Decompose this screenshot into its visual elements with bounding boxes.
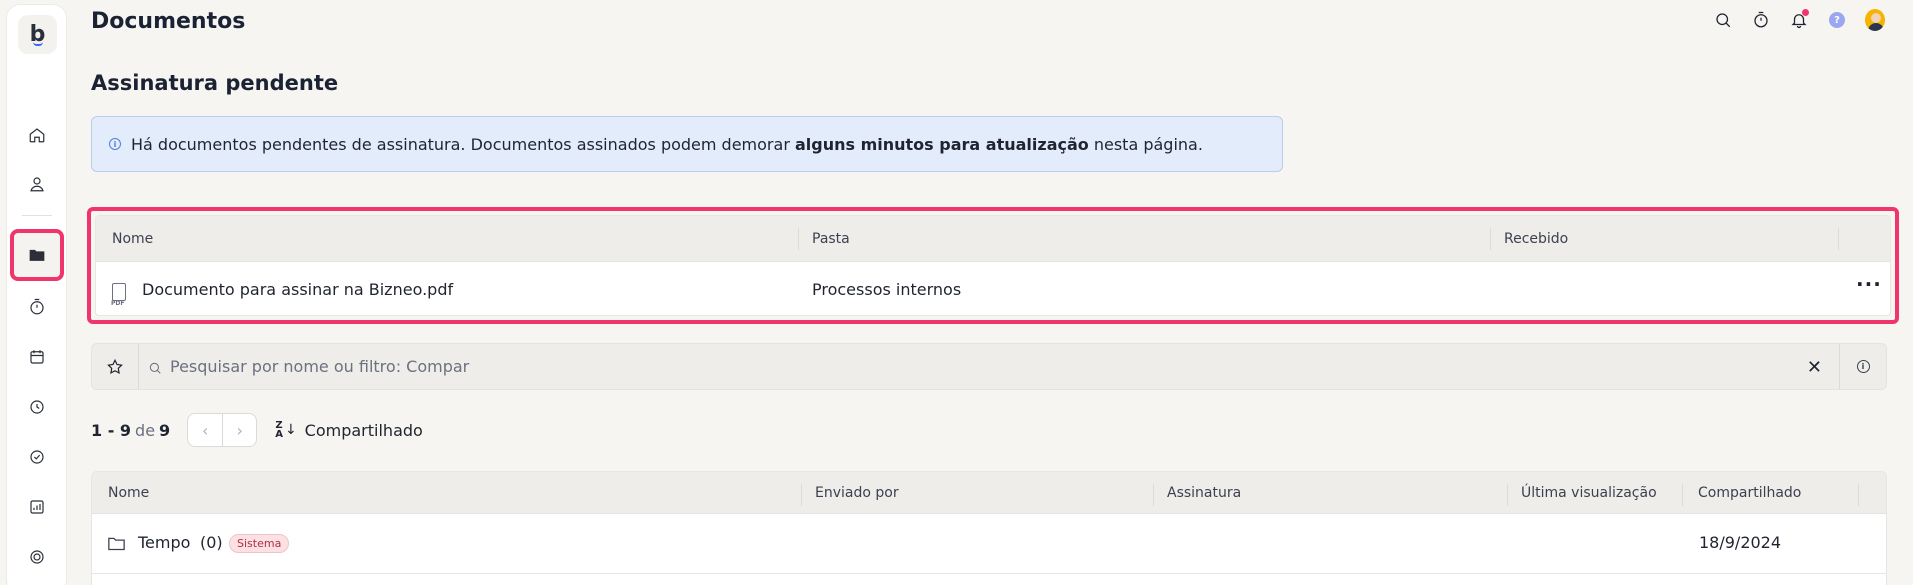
sort-label: Compartilhado xyxy=(304,420,423,440)
column-header-last-viewed[interactable]: Última visualização xyxy=(1521,485,1657,501)
check-circle-icon[interactable] xyxy=(23,443,51,471)
chart-icon[interactable] xyxy=(23,493,51,521)
user-icon[interactable] xyxy=(23,170,51,198)
table-row[interactable]: Documento para assinar na Bizneo.pdf Pro… xyxy=(96,262,1890,315)
bell-icon[interactable] xyxy=(1789,9,1809,30)
sidebar: b xyxy=(6,4,67,585)
system-badge: Sistema xyxy=(229,534,290,553)
shared-date: 18/9/2024 xyxy=(1699,533,1782,552)
timer-icon[interactable] xyxy=(23,293,51,321)
search-icon[interactable] xyxy=(1713,10,1733,30)
page-of-label: de xyxy=(135,420,156,440)
folder-count: (0) xyxy=(200,533,223,552)
table-row[interactable]: Tempo (0) Sistema 18/9/2024 xyxy=(92,514,1886,574)
pdf-file-icon xyxy=(111,283,126,307)
calendar-icon[interactable] xyxy=(23,343,51,371)
clear-search-icon[interactable]: ✕ xyxy=(1807,357,1822,378)
pending-table-header: Nome Pasta Recebido xyxy=(96,216,1890,262)
document-name[interactable]: Documento para assinar na Bizneo.pdf xyxy=(142,280,453,299)
target-icon[interactable] xyxy=(23,543,51,571)
info-alert: i Há documentos pendentes de assinatura.… xyxy=(91,116,1283,172)
favorite-filters-button[interactable] xyxy=(92,344,139,389)
folder-icon xyxy=(108,536,125,555)
column-header-shared[interactable]: Compartilhado xyxy=(1698,485,1801,501)
files-table-header: Nome Enviado por Assinatura Última visua… xyxy=(92,472,1886,514)
column-header-name[interactable]: Nome xyxy=(108,485,149,501)
star-icon xyxy=(107,358,123,374)
help-icon[interactable]: ? xyxy=(1827,10,1847,30)
sort-button[interactable]: Z A ↓ Compartilhado xyxy=(275,421,423,440)
prev-page-button[interactable]: ‹ xyxy=(188,414,222,446)
page-title: Documentos xyxy=(91,9,246,34)
files-table: Nome Enviado por Assinatura Última visua… xyxy=(91,471,1887,585)
search-help-button[interactable]: i xyxy=(1839,344,1886,389)
alert-text: Há documentos pendentes de assinatura. D… xyxy=(131,134,1203,154)
pagination: 1 - 9 de 9 ‹ › Z A ↓ Compartilhado xyxy=(91,413,423,447)
more-options-icon[interactable]: ··· xyxy=(1856,272,1882,296)
avatar[interactable] xyxy=(1865,9,1885,31)
column-header-folder[interactable]: Pasta xyxy=(812,231,850,247)
search-icon xyxy=(148,360,162,374)
sidebar-divider xyxy=(22,215,52,216)
page-total: 9 xyxy=(159,420,171,440)
column-header-received[interactable]: Recebido xyxy=(1504,231,1568,247)
search-input[interactable] xyxy=(170,357,1710,376)
column-header-name[interactable]: Nome xyxy=(112,231,153,247)
sort-za-icon: ZA xyxy=(275,420,283,440)
pending-table-highlight: Nome Pasta Recebido Documento para assin… xyxy=(87,207,1899,324)
section-title: Assinatura pendente xyxy=(91,71,339,95)
column-header-sent-by[interactable]: Enviado por xyxy=(815,485,899,501)
pending-table: Nome Pasta Recebido Documento para assin… xyxy=(95,215,1891,316)
notification-dot xyxy=(1802,9,1809,16)
app-logo[interactable]: b xyxy=(18,15,57,54)
folder-name[interactable]: Tempo xyxy=(138,533,190,552)
pager-buttons: ‹ › xyxy=(187,413,258,447)
page-range: 1 - 9 xyxy=(91,420,132,440)
home-icon[interactable] xyxy=(23,121,51,149)
folder-icon[interactable] xyxy=(23,241,51,269)
next-page-button[interactable]: › xyxy=(222,414,256,446)
search-bar: ✕ i xyxy=(91,343,1887,390)
column-header-signature[interactable]: Assinatura xyxy=(1167,485,1241,501)
document-folder: Processos internos xyxy=(812,280,962,299)
info-icon: i xyxy=(1856,360,1870,373)
timer-icon[interactable] xyxy=(1751,10,1771,30)
clock-check-icon[interactable] xyxy=(23,393,51,421)
top-toolbar: ? xyxy=(1713,9,1885,31)
info-icon: i xyxy=(109,138,121,150)
